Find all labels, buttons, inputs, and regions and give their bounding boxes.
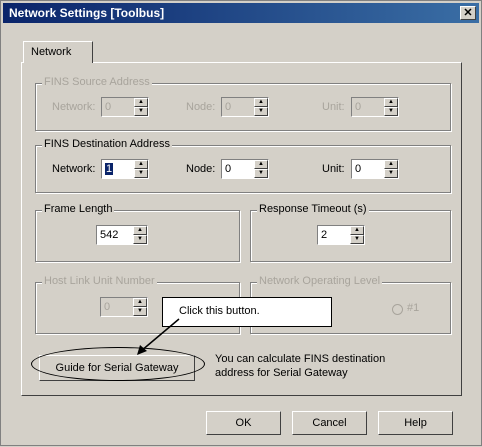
ok-button[interactable]: OK [206,411,281,435]
cancel-button[interactable]: Cancel [292,411,367,435]
annotation-ellipse [31,347,205,381]
ok-label: OK [235,417,252,429]
cancel-label: Cancel [312,417,347,429]
tab-network-label: Network [31,46,72,58]
tab-network[interactable]: Network [23,41,93,63]
help-label: Help [404,417,427,429]
annotation-arrow [137,318,180,355]
network-settings-dialog: Network Settings [Toolbus] ✕ Network FIN… [0,0,482,446]
help-button[interactable]: Help [378,411,453,435]
arrow-line [140,318,180,352]
